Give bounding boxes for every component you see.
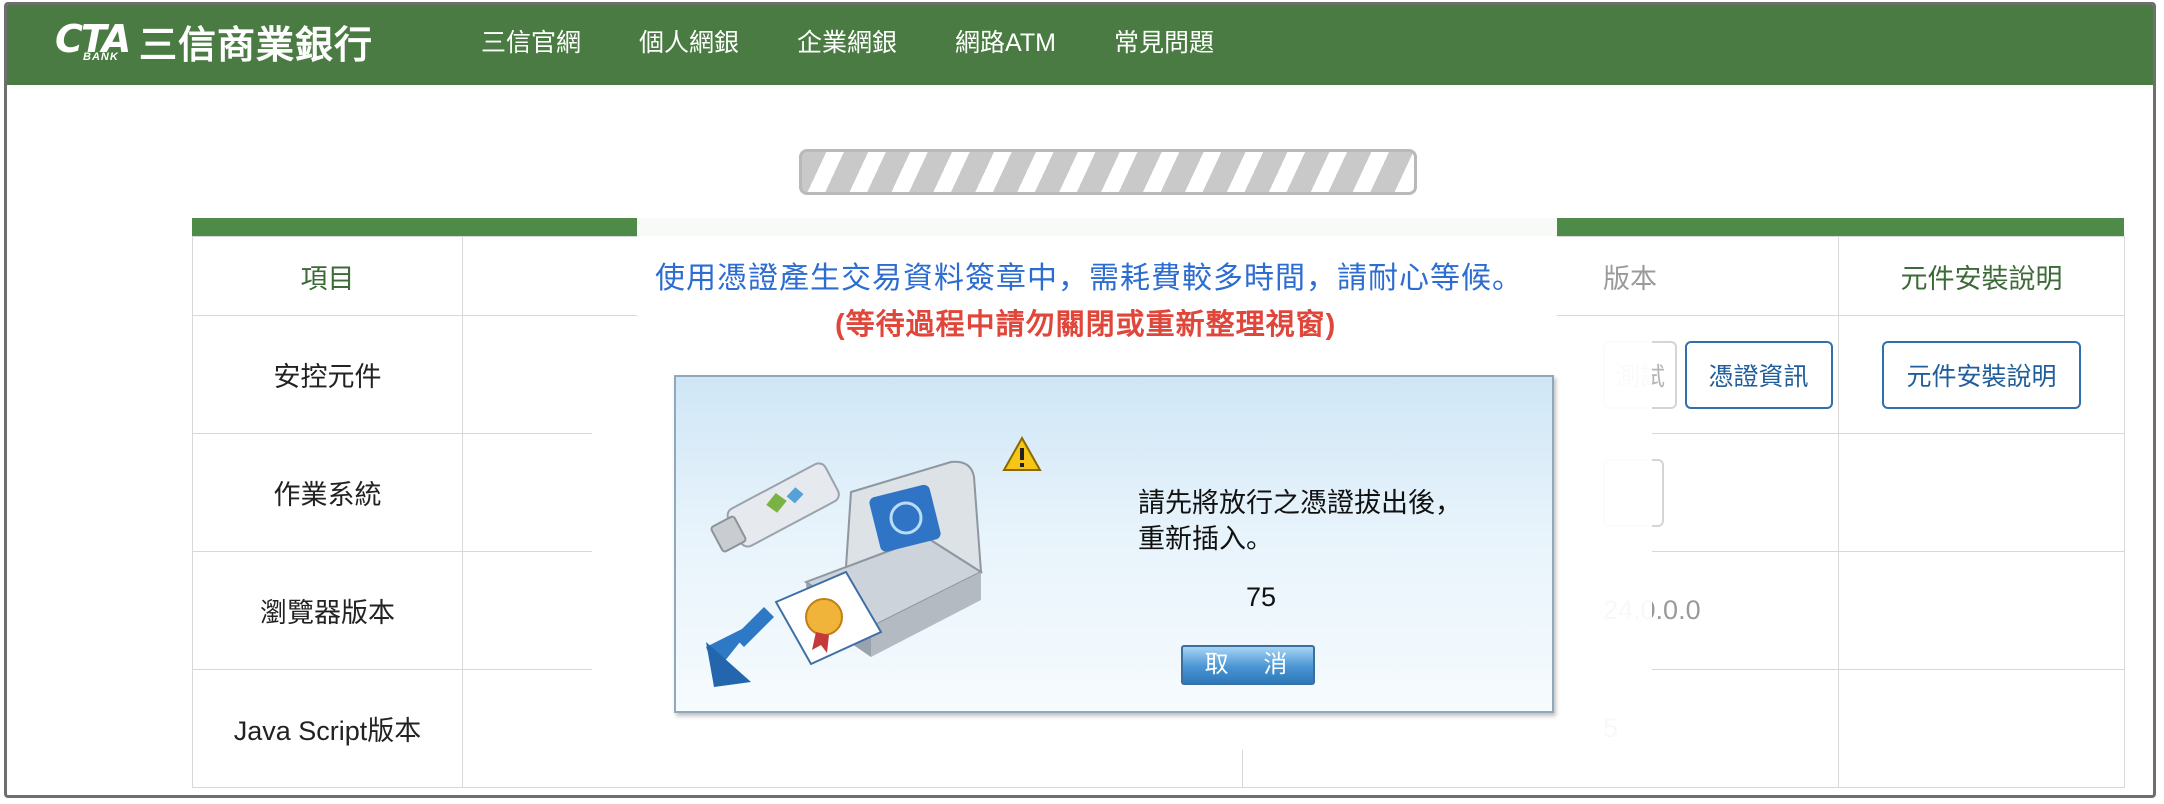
cancel-button[interactable]: 取 消 xyxy=(1181,645,1315,685)
bank-name: 三信商業銀行 xyxy=(139,22,374,67)
nav-corporate-banking[interactable]: 企業網銀 xyxy=(797,23,897,63)
header-item: 項目 xyxy=(192,236,463,316)
row-label-browser-version: 瀏覽器版本 xyxy=(192,551,463,670)
install-guide-button[interactable]: 元件安裝說明 xyxy=(1882,340,2081,409)
browser-frame: CTA BANK 三信商業銀行 三信官網 個人網銀 企業網銀 網路ATM 常見問… xyxy=(4,2,2156,798)
nav-web-atm[interactable]: 網路ATM xyxy=(955,23,1056,63)
warning-icon xyxy=(1002,435,1042,471)
row-label-os: 作業系統 xyxy=(192,433,463,552)
nav-personal-banking[interactable]: 個人網銀 xyxy=(639,23,739,63)
nav-official-site[interactable]: 三信官網 xyxy=(481,23,581,63)
header-install-guide: 元件安裝說明 xyxy=(1838,236,2125,316)
row-label-javascript-version: Java Script版本 xyxy=(192,669,463,788)
countdown-value: 75 xyxy=(1246,582,1277,612)
certificate-dialog: 請先將放行之憑證拔出後， 重新插入。 75 取 消 xyxy=(674,375,1554,713)
certificate-info-button[interactable]: 憑證資訊 xyxy=(1684,340,1833,409)
bank-logo[interactable]: CTA BANK 三信商業銀行 xyxy=(55,11,373,71)
waiting-message: 使用憑證產生交易資料簽章中，需耗費較多時間，請耐心等候。 xyxy=(655,262,1523,295)
dialog-message: 請先將放行之憑證拔出後， 重新插入。 xyxy=(1138,488,1462,554)
progress-bar xyxy=(799,149,1417,195)
nav-faq[interactable]: 常見問題 xyxy=(1114,23,1214,63)
cta-logo-mark: CTA BANK xyxy=(55,17,131,63)
card-reader-icon xyxy=(706,460,984,687)
row-label-security-component: 安控元件 xyxy=(192,315,463,434)
waiting-warning: (等待過程中請勿關閉或重新整理視窗) xyxy=(835,309,1337,341)
top-navigation-bar: CTA BANK 三信商業銀行 三信官網 個人網銀 企業網銀 網路ATM 常見問… xyxy=(7,5,2153,85)
main-nav: 三信官網 個人網銀 企業網銀 網路ATM 常見問題 xyxy=(481,23,1272,63)
